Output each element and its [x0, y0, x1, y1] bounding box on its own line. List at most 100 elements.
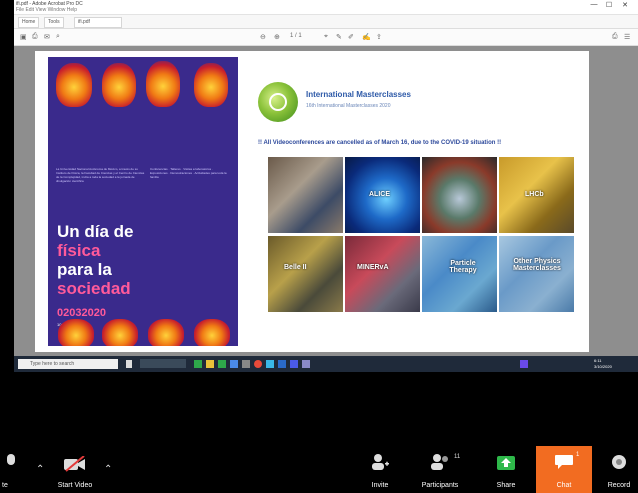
clock-date[interactable]: 3/10/2020: [594, 364, 612, 369]
share-button[interactable]: Share: [488, 446, 524, 493]
tile-minerva[interactable]: MINERvA: [345, 236, 420, 312]
chat-button[interactable]: 1 Chat: [536, 446, 592, 493]
video-off-icon: [64, 456, 85, 472]
share-label: Share: [496, 482, 516, 489]
chat-badge: 1: [576, 452, 580, 458]
page-number[interactable]: 1 / 1: [290, 33, 302, 39]
print-icon-right[interactable]: ⎙: [612, 33, 618, 41]
brain-scan-image: [58, 319, 94, 346]
tile-label: LHCb: [525, 191, 544, 198]
prev-page-icon[interactable]: ⊖: [260, 33, 266, 41]
taskbar-app-icon[interactable]: [242, 360, 250, 368]
poster-title-line: sociedad: [57, 279, 131, 298]
participants-count: 11: [454, 454, 461, 460]
chevron-up-icon[interactable]: ⌃: [36, 464, 44, 475]
taskbar-search-input[interactable]: Type here to search: [18, 359, 118, 369]
search-icon[interactable]: ⌕: [56, 33, 60, 41]
poster-details-text: Conferencias · Talleres · Visitas a labo…: [150, 167, 227, 179]
tile-belle[interactable]: Belle II: [268, 236, 343, 312]
next-page-icon[interactable]: ⊕: [274, 33, 280, 41]
taskbar-app-icon[interactable]: [194, 360, 202, 368]
taskbar-app-icon[interactable]: [302, 360, 310, 368]
minimize-icon[interactable]: —: [589, 1, 599, 8]
taskbar-app-icon[interactable]: [254, 360, 262, 368]
tile-label: ALICE: [369, 191, 390, 198]
tile-image[interactable]: [422, 157, 497, 233]
tile-alice[interactable]: ALICE: [345, 157, 420, 233]
tile-other-masterclasses[interactable]: Other Physics Masterclasses: [499, 236, 574, 312]
email-icon[interactable]: ✉: [44, 33, 50, 41]
task-view-icon[interactable]: [126, 360, 132, 368]
record-button[interactable]: Record: [600, 446, 638, 493]
chevron-up-icon[interactable]: ⌃: [104, 464, 112, 475]
window-title-bar: ifi.pdf - Adobe Acrobat Pro DC File Edit…: [14, 0, 638, 15]
poster-title: Un día de física para la sociedad: [57, 222, 134, 298]
brain-scan-image: [194, 319, 230, 346]
invite-button[interactable]: Invite: [362, 446, 398, 493]
tile-particle-therapy[interactable]: Particle Therapy: [422, 236, 497, 312]
invite-label: Invite: [371, 482, 389, 489]
share-icon[interactable]: ⇪: [376, 33, 382, 41]
menu-bar[interactable]: File Edit View Window Help: [16, 7, 77, 13]
invite-icon: [372, 454, 389, 470]
record-icon: [612, 455, 626, 469]
tile-label: Other Physics Masterclasses: [513, 258, 561, 272]
mute-button[interactable]: te: [0, 446, 32, 493]
save-icon[interactable]: ▣: [20, 33, 27, 41]
record-label: Record: [607, 482, 631, 489]
chat-label: Chat: [556, 482, 572, 489]
taskbar-app-icon[interactable]: [206, 360, 214, 368]
zoom-control-bar: te ⌃ Start Video ⌃ Invite 11 Participant…: [0, 446, 638, 493]
masterclass-logo: [258, 82, 298, 122]
start-video-label: Start Video: [57, 482, 93, 489]
close-icon[interactable]: ✕: [620, 1, 630, 9]
poster-title-line: Un día de: [57, 222, 134, 241]
print-icon[interactable]: ⎙: [32, 33, 38, 41]
select-tool-icon[interactable]: ⌖: [324, 33, 328, 41]
tray-icon[interactable]: [520, 360, 528, 368]
tab-home[interactable]: Home: [18, 17, 40, 28]
event-poster: La Universidad Nacional Autónoma de Méxi…: [48, 57, 238, 346]
brain-scan-image: [102, 319, 138, 346]
taskbar-app-icon[interactable]: [218, 360, 226, 368]
participants-button[interactable]: 11 Participants: [412, 446, 468, 493]
start-video-button[interactable]: Start Video: [50, 446, 100, 493]
menu-icon[interactable]: ☰: [624, 33, 630, 41]
brain-scan-image: [102, 63, 136, 107]
participants-label: Participants: [421, 482, 459, 489]
tile-label: Belle II: [284, 264, 307, 271]
brain-scan-image: [146, 61, 180, 107]
chat-icon: [555, 455, 573, 469]
taskbar-app-icon[interactable]: [230, 360, 238, 368]
tile-label: MINERvA: [357, 264, 389, 271]
tab-bar: Home Tools ifi.pdf: [14, 15, 638, 29]
sign-icon[interactable]: ✍: [362, 33, 371, 41]
brain-scan-image: [56, 63, 92, 107]
highlight-icon[interactable]: ✐: [348, 33, 354, 41]
tab-document[interactable]: ifi.pdf: [74, 17, 122, 28]
maximize-icon[interactable]: ☐: [604, 1, 614, 9]
poster-title-line: física: [57, 241, 101, 260]
taskbar-app-icon[interactable]: [278, 360, 286, 368]
tile-image[interactable]: [268, 157, 343, 233]
windows-taskbar: Type here to search 6:11 3/10/2020: [14, 356, 638, 372]
masterclass-subtitle: 16th International Masterclasses 2020: [306, 103, 391, 109]
taskbar-app-icon[interactable]: [140, 359, 186, 368]
cancellation-notice: !! All Videoconferences are cancelled as…: [258, 140, 502, 146]
brain-scan-image: [148, 319, 184, 346]
toolbar: ▣ ⎙ ✉ ⌕ ⊖ ⊕ 1 / 1 ⌖ ✎ ✐ ✍ ⇪ ⎙ ☰: [14, 29, 638, 46]
taskbar-app-icon[interactable]: [290, 360, 298, 368]
tab-tools[interactable]: Tools: [44, 17, 64, 28]
logo-ring: [269, 93, 287, 111]
poster-title-line: para la: [57, 260, 112, 279]
brain-scan-image: [194, 63, 228, 107]
comment-icon[interactable]: ✎: [336, 33, 342, 41]
masterclass-title: International Masterclasses: [306, 90, 411, 99]
mute-label: te: [2, 482, 8, 489]
taskbar-app-icon[interactable]: [266, 360, 274, 368]
share-screen-icon: [497, 456, 515, 470]
poster-date: 02032020: [57, 307, 106, 319]
participants-icon: [431, 454, 448, 470]
tile-lhcb[interactable]: LHCb: [499, 157, 574, 233]
clock-time[interactable]: 6:11: [594, 358, 602, 363]
